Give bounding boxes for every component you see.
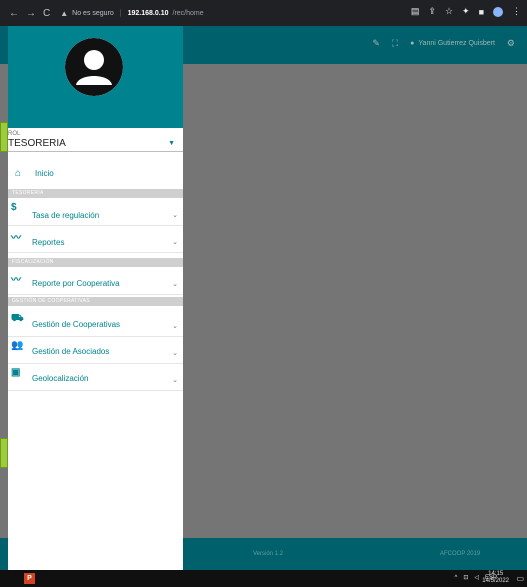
notification-icon[interactable]: ▭ (516, 574, 524, 583)
back-icon[interactable]: ← (9, 8, 19, 19)
sidebar-item-label: Gestión de Asociados (32, 347, 110, 356)
avatar (65, 38, 123, 96)
sidebar-item-inicio[interactable]: ⌂ Inicio (8, 162, 183, 184)
chevron-down-icon: ⌄ (172, 281, 178, 288)
menu-icon[interactable]: ⋮ (512, 6, 521, 17)
url-path: /rec/home (172, 9, 204, 17)
taskbar-clock[interactable]: 14:15 14/5/2022 (482, 571, 509, 585)
sidebar-item-label: Inicio (35, 168, 54, 178)
side-tab-top[interactable] (0, 122, 8, 152)
fullscreen-icon[interactable]: ⛶ (392, 38, 398, 49)
user-avatar-icon (65, 38, 123, 96)
section-fiscalizacion: FISCALIZACIÓN (8, 258, 183, 267)
chevron-down-icon[interactable]: ▼ (168, 140, 175, 147)
dollar-icon: $ (11, 202, 17, 213)
os-taskbar: P ^ ⊡ ◁ ESP 14:15 14/5/2022 ▭ (0, 570, 527, 587)
trending-icon: 〰 (11, 233, 21, 244)
browser-toolbar: ← → C ▲ No es seguro | 192.168.0.10/rec/… (0, 0, 527, 26)
address-separator: | (119, 9, 122, 17)
url-host: 192.168.0.10 (127, 9, 169, 17)
share-icon[interactable]: ⇪ (428, 6, 436, 17)
address-bar[interactable]: ▲ No es seguro | 192.168.0.10/rec/home (60, 9, 203, 18)
sidebar-item-gestion-asociados[interactable]: 👥 Gestión de Asociados ⌄ (8, 337, 183, 364)
extensions-icon[interactable]: ✦ (462, 6, 470, 17)
chevron-down-icon: ⌄ (172, 377, 178, 384)
section-tesoreria: TESORERÍA (8, 189, 183, 198)
sidebar-item-label: Geolocalización (32, 374, 89, 383)
sidebar-item-reporte-cooperativa[interactable]: 〰 Reporte por Cooperativa ⌄ (8, 268, 183, 295)
warning-icon: ▲ (60, 8, 69, 18)
rol-underline (8, 151, 183, 152)
volume-icon[interactable]: ◁ (474, 574, 479, 581)
chevron-down-icon: ⌄ (172, 212, 178, 219)
reload-icon[interactable]: C (43, 8, 50, 19)
version-label: Versión 1.2 (253, 551, 284, 557)
powerpoint-icon[interactable]: P (24, 573, 35, 584)
rol-select[interactable]: TESORERIA (8, 138, 66, 149)
forward-icon[interactable]: → (26, 8, 36, 19)
sidepanel-icon[interactable]: ■ (479, 7, 484, 17)
user-name: Yanni Gutierrez Quisbert (418, 40, 495, 47)
rol-label: ROL (8, 131, 21, 137)
profile-avatar[interactable] (493, 6, 503, 17)
home-icon: ⌂ (15, 167, 22, 179)
network-icon[interactable]: ⊡ (463, 574, 468, 581)
user-menu[interactable]: ● Yanni Gutierrez Quisbert (410, 40, 495, 47)
trending-icon: 〰 (11, 275, 21, 286)
chevron-down-icon: ⌄ (172, 350, 178, 357)
browser-actions: ▤ ⇪ ☆ ✦ ■ ⋮ (411, 6, 521, 17)
sidebar-item-gestion-cooperativas[interactable]: ⛟ Gestión de Cooperativas ⌄ (8, 310, 183, 337)
insecure-label: No es seguro (72, 9, 114, 17)
edit-icon[interactable]: ✎ (372, 38, 380, 49)
person-icon: ● (410, 40, 415, 47)
copyright-label: AFCOOP 2019 (440, 551, 481, 557)
chevron-up-icon[interactable]: ^ (455, 575, 458, 581)
sidebar-header (8, 26, 183, 128)
sidebar: ROL TESORERIA ▼ ⌂ Inicio TESORERÍA $ Tas… (8, 26, 183, 570)
app-area: ✎ ⛶ ● Yanni Gutierrez Quisbert ⚙ Versión… (0, 26, 527, 570)
sidebar-item-label: Reporte por Cooperativa (32, 279, 120, 288)
chevron-down-icon: ⌄ (172, 323, 178, 330)
section-gestion-cooperativas: GESTIÓN DE COOPERATIVAS (8, 297, 183, 306)
side-tab-bottom[interactable] (0, 438, 8, 468)
sidebar-item-tasa-regulacion[interactable]: $ Tasa de regulación ⌄ (8, 199, 183, 226)
sidebar-item-geolocalizacion[interactable]: ▣ Geolocalización ⌄ (8, 364, 183, 391)
clock-time: 14:15 (488, 571, 504, 577)
browser-nav: ← → C (0, 8, 50, 19)
reader-icon[interactable]: ▤ (411, 6, 420, 17)
sidebar-item-label: Tasa de regulación (32, 211, 100, 220)
map-icon: ▣ (11, 367, 21, 378)
chevron-down-icon: ⌄ (172, 239, 178, 246)
sidebar-item-label: Gestión de Cooperativas (32, 320, 121, 329)
sidebar-item-label: Reportes (32, 238, 65, 247)
gear-icon[interactable]: ⚙ (507, 38, 515, 49)
clock-date: 14/5/2022 (482, 578, 509, 584)
bookmark-star-icon[interactable]: ☆ (445, 6, 453, 17)
car-icon: ⛟ (11, 313, 24, 324)
people-icon: 👥 (11, 340, 24, 351)
sidebar-item-reportes[interactable]: 〰 Reportes ⌄ (8, 226, 183, 253)
